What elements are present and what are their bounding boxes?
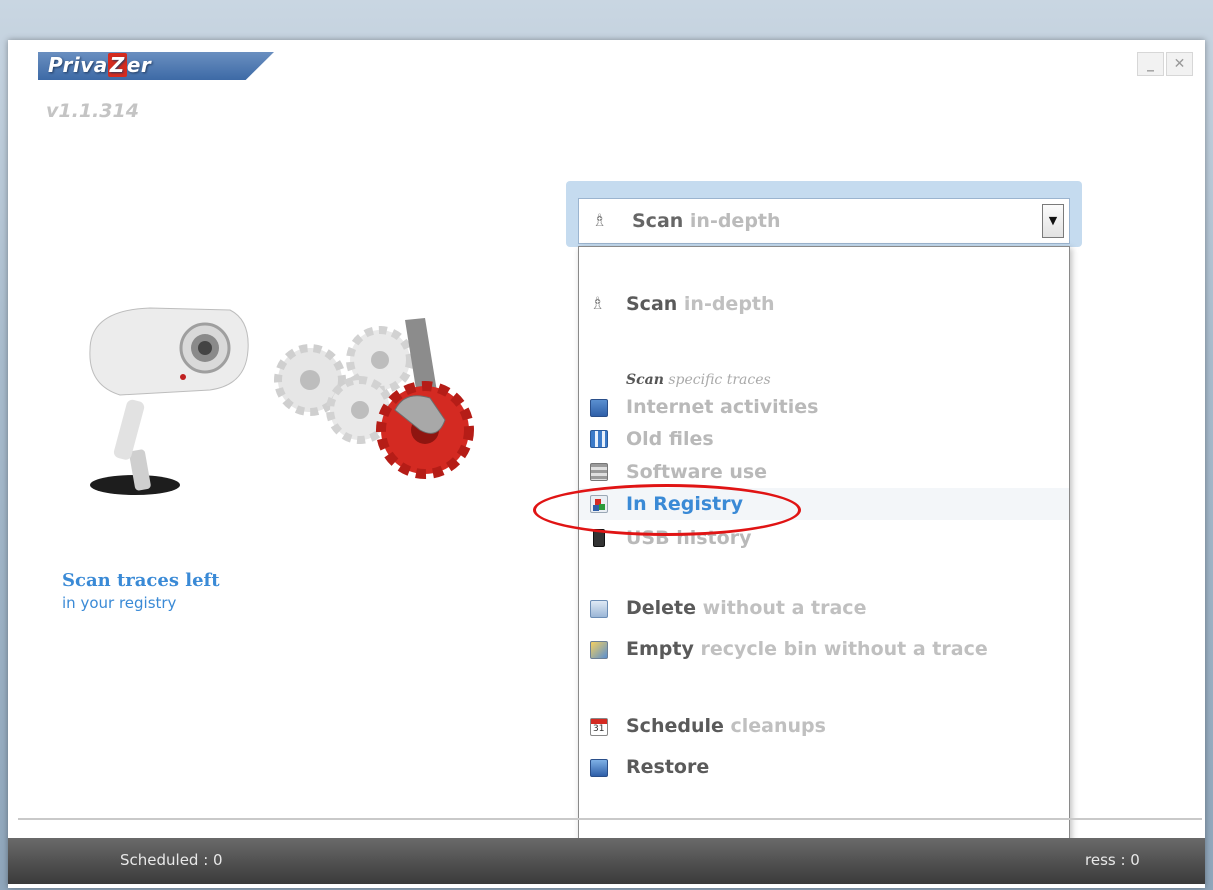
logo-text-part: er	[126, 53, 152, 77]
menu-item-light: cleanups	[723, 715, 826, 737]
scan-dropdown-menu	[578, 246, 1070, 876]
window-controls: _ ✕	[1137, 52, 1193, 76]
menu-item-light: without a trace	[696, 597, 867, 619]
shredder-icon	[590, 600, 608, 618]
menu-item-old-files[interactable]: Old files	[626, 428, 714, 450]
internet-icon	[590, 399, 608, 417]
calendar-icon: 31	[590, 718, 608, 736]
software-icon	[590, 463, 608, 481]
recycle-bin-icon	[590, 641, 608, 659]
minimize-icon[interactable]: _	[1137, 52, 1164, 76]
divider	[18, 818, 1202, 840]
menu-item-restore[interactable]: Restore	[626, 756, 709, 778]
old-files-icon	[590, 430, 608, 448]
restore-icon	[590, 759, 608, 777]
menu-item-bold: Delete	[626, 597, 697, 619]
progress-count: ress : 0	[1085, 851, 1140, 869]
menu-item-software-use[interactable]: Software use	[626, 461, 767, 483]
menu-item-bold: Scan	[626, 293, 678, 315]
scan-icon: ♗	[590, 294, 606, 314]
close-icon[interactable]: ✕	[1166, 52, 1193, 76]
panel-subtitle: in your registry	[62, 594, 177, 612]
logo-z: Z	[107, 53, 127, 77]
menu-item-internet-activities[interactable]: Internet activities	[626, 396, 818, 418]
menu-item-bold: Empty	[626, 638, 694, 660]
scan-icon: ♗	[592, 211, 608, 231]
scheduled-count: Scheduled : 0	[120, 851, 223, 869]
version-label: v1.1.314	[46, 100, 139, 122]
app-logo: Priva Zer	[48, 53, 151, 77]
scan-mode-selected: Scan in-depth	[632, 210, 781, 232]
highlight-annotation-oval	[533, 484, 801, 536]
panel-title: Scan traces left	[62, 570, 220, 591]
chevron-down-icon[interactable]: ▼	[1042, 204, 1064, 238]
section-heading-bold: Scan	[626, 372, 664, 388]
gears-icon	[274, 318, 474, 479]
illustration	[89, 307, 474, 495]
section-heading-light: specific traces	[663, 372, 771, 388]
menu-item-empty-recycle-bin[interactable]: Empty recycle bin without a trace	[626, 638, 988, 660]
combo-light: in-depth	[683, 210, 781, 232]
camera-icon	[89, 307, 249, 495]
section-heading: Scan specific traces	[626, 372, 771, 388]
logo-text-part: Priva	[48, 53, 108, 77]
menu-item-light: in-depth	[677, 293, 775, 315]
menu-item-delete[interactable]: Delete without a trace	[626, 597, 866, 619]
menu-item-light: recycle bin without a trace	[693, 638, 988, 660]
menu-item-scan-in-depth[interactable]: Scan in-depth	[626, 293, 775, 315]
menu-item-bold: Restore	[626, 756, 710, 778]
menu-item-schedule[interactable]: Schedule cleanups	[626, 715, 826, 737]
combo-bold: Scan	[632, 210, 684, 232]
menu-item-bold: Schedule	[626, 715, 724, 737]
